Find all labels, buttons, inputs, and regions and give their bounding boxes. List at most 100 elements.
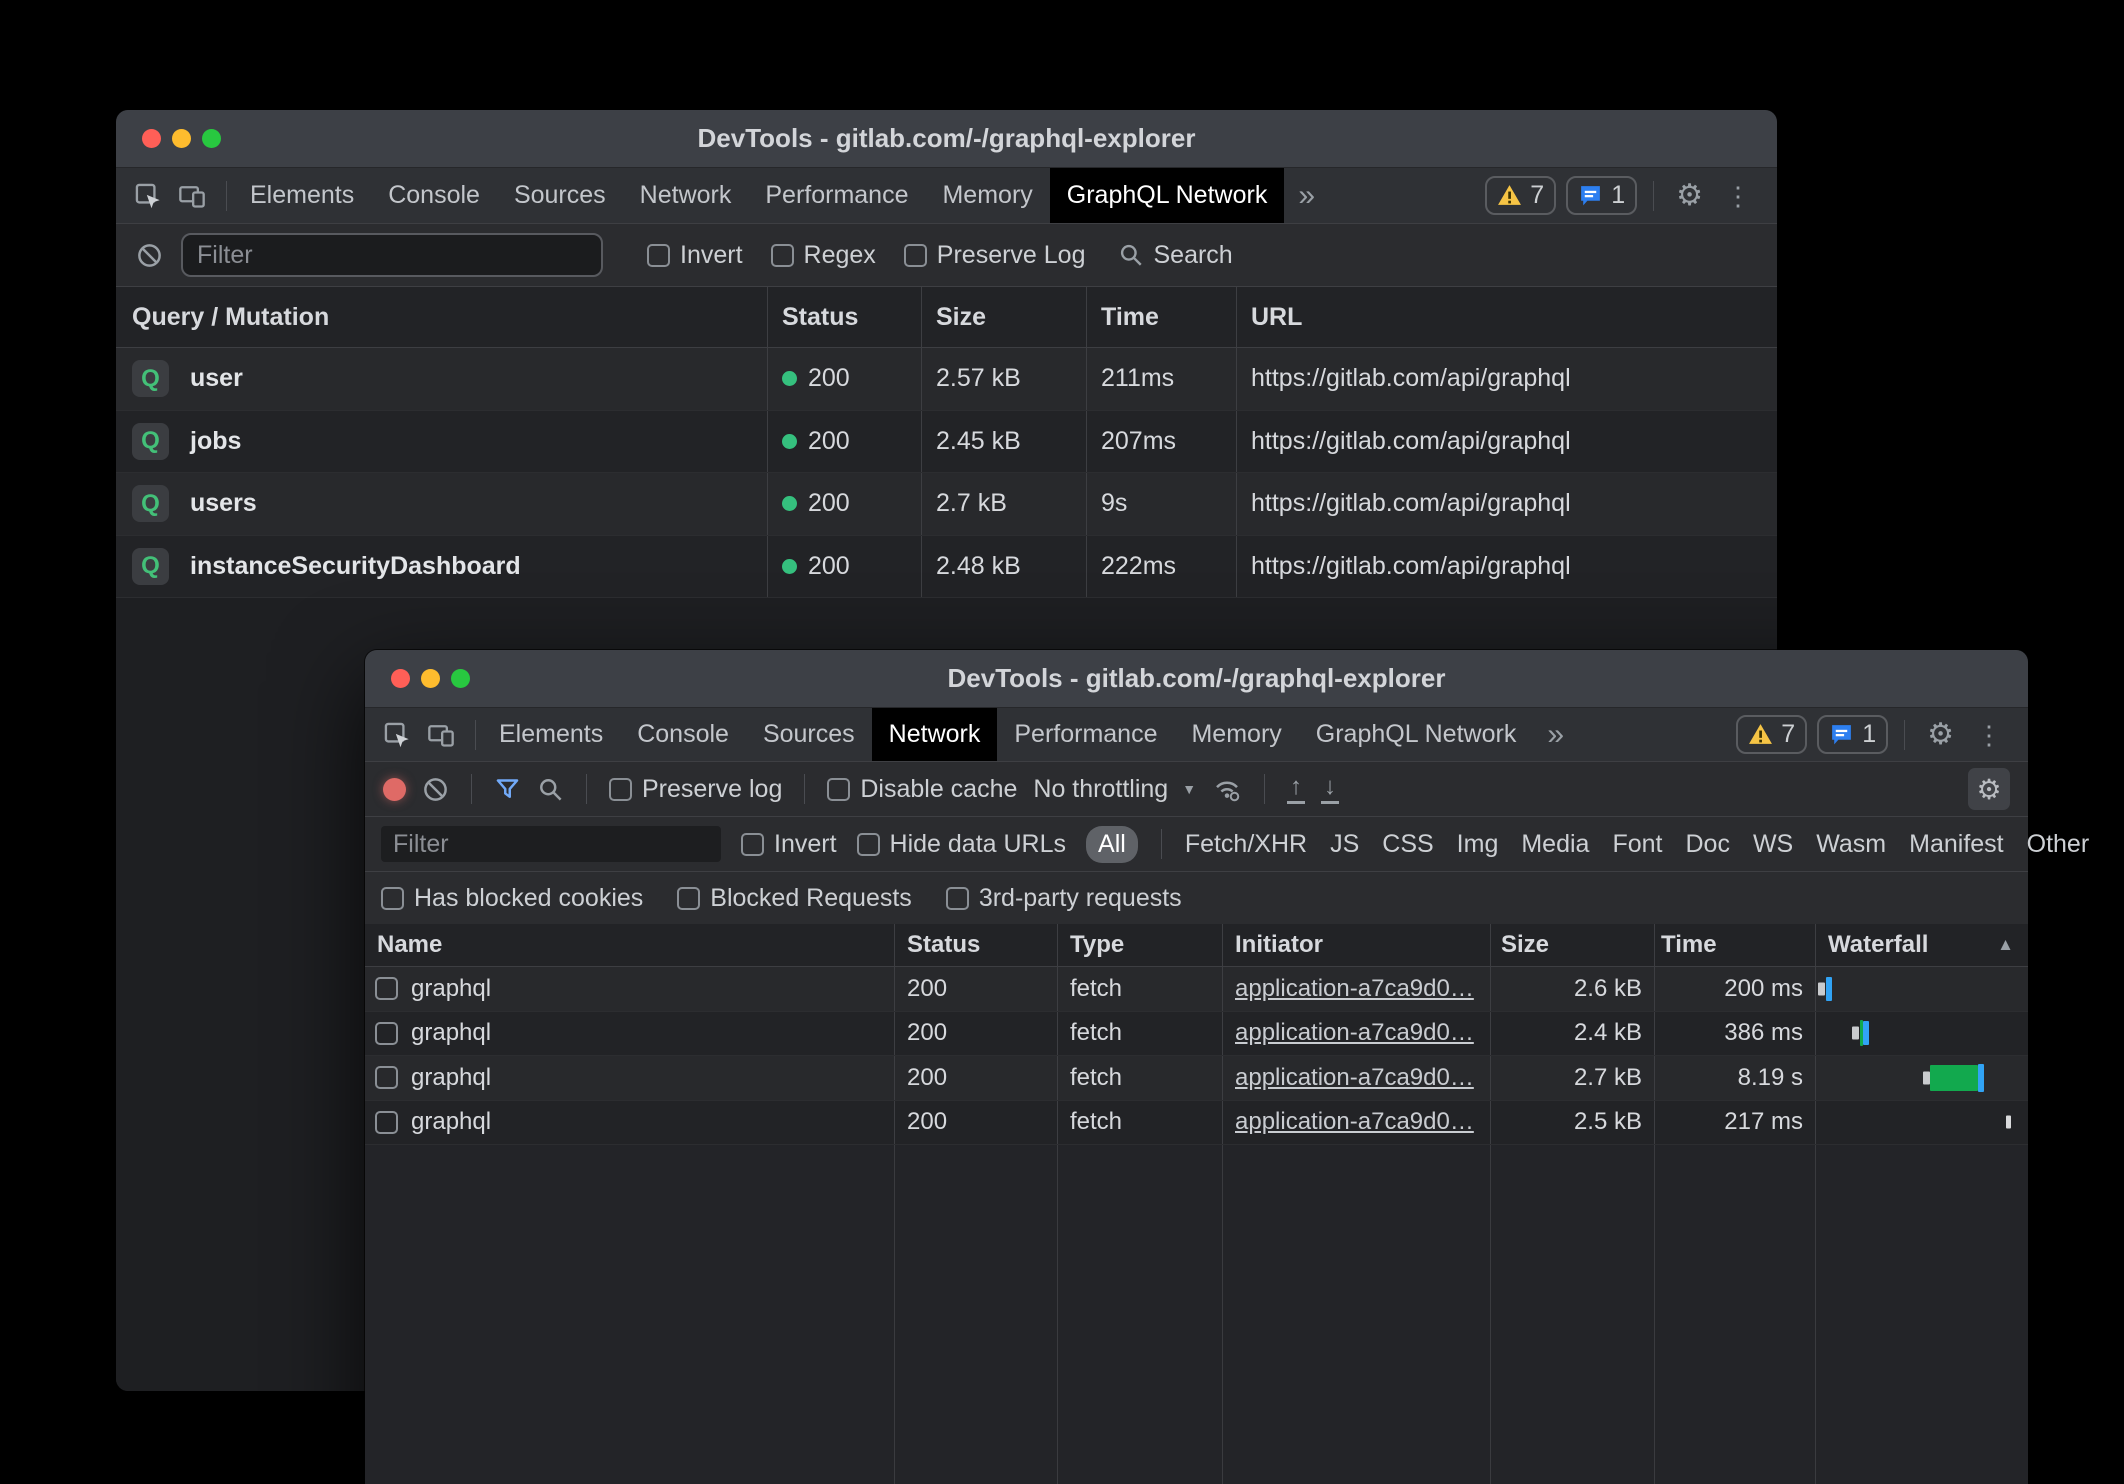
tab-performance[interactable]: Performance	[997, 708, 1174, 761]
col-name[interactable]: Name	[365, 924, 895, 966]
row-checkbox[interactable]	[375, 1066, 398, 1089]
search-icon[interactable]	[537, 776, 564, 803]
inspect-element-icon[interactable]	[134, 182, 162, 210]
checkbox-box[interactable]	[381, 887, 404, 910]
filter-input[interactable]	[381, 826, 721, 862]
checkbox-box[interactable]	[741, 833, 764, 856]
network-request-row[interactable]: graphql 200 fetch application-a7ca9d0… 2…	[365, 1012, 2028, 1057]
tab-network[interactable]: Network	[872, 708, 998, 761]
filter-chip-js[interactable]: JS	[1330, 830, 1359, 859]
has-blocked-cookies-checkbox[interactable]: Has blocked cookies	[381, 884, 643, 913]
tab-elements[interactable]: Elements	[482, 708, 620, 761]
checkbox-box[interactable]	[857, 833, 880, 856]
tab-graphql-network[interactable]: GraphQL Network	[1299, 708, 1534, 761]
preserve-log-checkbox[interactable]: Preserve Log	[904, 241, 1086, 270]
tab-performance[interactable]: Performance	[748, 168, 925, 223]
initiator-link[interactable]: application-a7ca9d0…	[1235, 1108, 1474, 1136]
messages-badge[interactable]: 1	[1566, 176, 1637, 215]
initiator-link[interactable]: application-a7ca9d0…	[1235, 975, 1474, 1003]
more-tabs-icon[interactable]: »	[1533, 708, 1578, 761]
tab-console[interactable]: Console	[371, 168, 497, 223]
col-query-mutation[interactable]: Query / Mutation	[116, 287, 768, 347]
warnings-badge[interactable]: 7	[1736, 715, 1807, 754]
tab-sources[interactable]: Sources	[497, 168, 623, 223]
kebab-menu-icon[interactable]: ⋮	[1970, 722, 2008, 748]
tab-console[interactable]: Console	[620, 708, 746, 761]
network-conditions-icon[interactable]	[1212, 774, 1242, 804]
tab-sources[interactable]: Sources	[746, 708, 872, 761]
device-toolbar-icon[interactable]	[427, 721, 455, 749]
regex-checkbox[interactable]: Regex	[771, 241, 876, 270]
filter-chip-css[interactable]: CSS	[1382, 830, 1433, 859]
col-waterfall[interactable]: Waterfall ▲	[1816, 924, 2028, 966]
tab-network[interactable]: Network	[623, 168, 749, 223]
tab-memory[interactable]: Memory	[1174, 708, 1298, 761]
filter-funnel-icon[interactable]	[494, 776, 521, 803]
device-toolbar-icon[interactable]	[178, 182, 206, 210]
tab-memory[interactable]: Memory	[925, 168, 1049, 223]
clear-icon[interactable]	[136, 242, 163, 269]
checkbox-box[interactable]	[904, 244, 927, 267]
filter-chip-wasm[interactable]: Wasm	[1816, 830, 1886, 859]
tab-elements[interactable]: Elements	[233, 168, 371, 223]
settings-gear-icon[interactable]: ⚙	[1921, 720, 1960, 750]
titlebar[interactable]: DevTools - gitlab.com/-/graphql-explorer	[116, 110, 1777, 168]
invert-checkbox[interactable]: Invert	[741, 830, 837, 859]
third-party-requests-checkbox[interactable]: 3rd-party requests	[946, 884, 1182, 913]
filter-chip-ws[interactable]: WS	[1753, 830, 1793, 859]
graphql-request-row[interactable]: Qjobs 200 2.45 kB 207ms https://gitlab.c…	[116, 411, 1777, 474]
initiator-link[interactable]: application-a7ca9d0…	[1235, 1064, 1474, 1092]
invert-checkbox[interactable]: Invert	[647, 241, 743, 270]
checkbox-box[interactable]	[647, 244, 670, 267]
settings-gear-icon[interactable]: ⚙	[1670, 181, 1709, 211]
row-checkbox[interactable]	[375, 1111, 398, 1134]
col-type[interactable]: Type	[1058, 924, 1223, 966]
graphql-request-row[interactable]: Qusers 200 2.7 kB 9s https://gitlab.com/…	[116, 473, 1777, 536]
clear-icon[interactable]	[422, 776, 449, 803]
col-time[interactable]: Time	[1087, 287, 1237, 347]
filter-chip-fetch-xhr[interactable]: Fetch/XHR	[1185, 830, 1307, 859]
checkbox-box[interactable]	[827, 778, 850, 801]
network-request-row[interactable]: graphql 200 fetch application-a7ca9d0… 2…	[365, 1056, 2028, 1101]
kebab-menu-icon[interactable]: ⋮	[1719, 183, 1757, 209]
record-button[interactable]	[383, 778, 406, 801]
blocked-requests-checkbox[interactable]: Blocked Requests	[677, 884, 912, 913]
col-url[interactable]: URL	[1237, 287, 1777, 347]
filter-input[interactable]	[181, 233, 603, 277]
filter-chip-manifest[interactable]: Manifest	[1909, 830, 2003, 859]
titlebar[interactable]: DevTools - gitlab.com/-/graphql-explorer	[365, 650, 2028, 708]
graphql-request-row[interactable]: Quser 200 2.57 kB 211ms https://gitlab.c…	[116, 348, 1777, 411]
filter-chip-other[interactable]: Other	[2027, 830, 2090, 859]
checkbox-box[interactable]	[771, 244, 794, 267]
warnings-badge[interactable]: 7	[1485, 176, 1556, 215]
checkbox-box[interactable]	[609, 778, 632, 801]
more-tabs-icon[interactable]: »	[1284, 168, 1329, 223]
row-checkbox[interactable]	[375, 977, 398, 1000]
network-settings-gear-icon[interactable]: ⚙	[1968, 768, 2010, 810]
filter-chip-font[interactable]: Font	[1612, 830, 1662, 859]
inspect-element-icon[interactable]	[383, 721, 411, 749]
filter-chip-all[interactable]: All	[1086, 826, 1138, 863]
import-har-icon[interactable]: ↑	[1287, 775, 1305, 804]
network-request-row[interactable]: graphql 200 fetch application-a7ca9d0… 2…	[365, 967, 2028, 1012]
initiator-link[interactable]: application-a7ca9d0…	[1235, 1019, 1474, 1047]
export-har-icon[interactable]: ↓	[1321, 775, 1339, 804]
col-size[interactable]: Size	[922, 287, 1087, 347]
checkbox-box[interactable]	[677, 887, 700, 910]
filter-chip-doc[interactable]: Doc	[1685, 830, 1729, 859]
filter-chip-media[interactable]: Media	[1521, 830, 1589, 859]
tab-graphql-network[interactable]: GraphQL Network	[1050, 168, 1285, 223]
network-request-row[interactable]: graphql 200 fetch application-a7ca9d0… 2…	[365, 1101, 2028, 1146]
disable-cache-checkbox[interactable]: Disable cache	[827, 775, 1017, 804]
checkbox-box[interactable]	[946, 887, 969, 910]
throttling-dropdown[interactable]: No throttling ▼	[1033, 775, 1196, 804]
preserve-log-checkbox[interactable]: Preserve log	[609, 775, 782, 804]
col-initiator[interactable]: Initiator	[1223, 924, 1491, 966]
search-button[interactable]: Search	[1118, 241, 1233, 270]
row-checkbox[interactable]	[375, 1022, 398, 1045]
col-status[interactable]: Status	[768, 287, 922, 347]
messages-badge[interactable]: 1	[1817, 715, 1888, 754]
col-status[interactable]: Status	[895, 924, 1058, 966]
graphql-request-row[interactable]: QinstanceSecurityDashboard 200 2.48 kB 2…	[116, 536, 1777, 599]
filter-chip-img[interactable]: Img	[1457, 830, 1499, 859]
